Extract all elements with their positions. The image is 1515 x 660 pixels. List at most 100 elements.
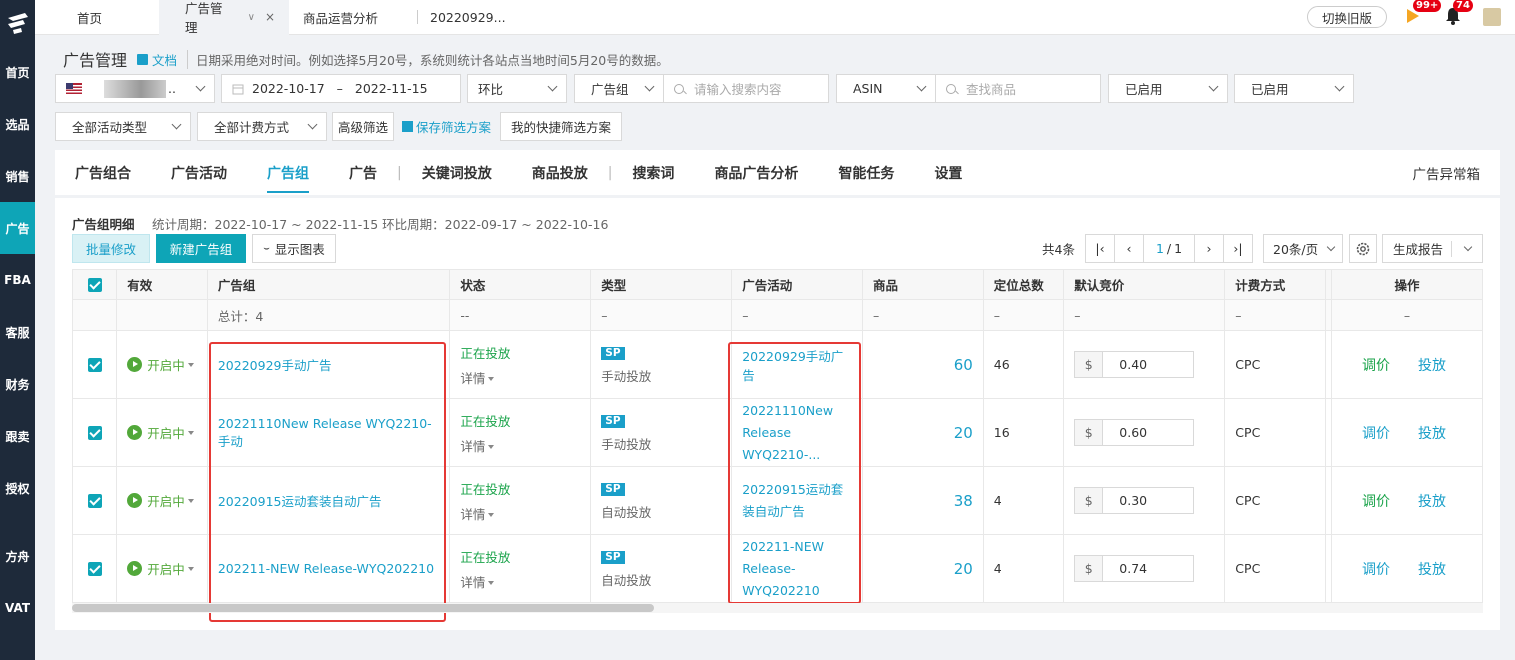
tab-20220929[interactable]: 20220929... — [422, 0, 520, 35]
sidebar-item-follow[interactable]: 跟卖 — [0, 410, 35, 462]
activity-type-select[interactable]: 全部活动类型 — [55, 112, 191, 141]
launch-button[interactable]: 投放 — [1418, 559, 1446, 579]
switch-old-version-button[interactable]: 切换旧版 — [1307, 6, 1388, 28]
bid-input[interactable]: $0.30 — [1074, 487, 1195, 514]
col-default-bid[interactable]: 默认竞价 — [1063, 269, 1226, 300]
sidebar-item-home[interactable]: 首页 — [0, 46, 35, 98]
first-page-button[interactable]: |‹ — [1085, 234, 1115, 263]
row-checkbox[interactable] — [71, 398, 118, 467]
tab-smart-tasks[interactable]: 智能任务 — [818, 150, 914, 195]
avatar[interactable] — [1483, 8, 1501, 26]
status-on-label: 开启中 — [147, 358, 185, 373]
horizontal-scrollbar[interactable] — [72, 603, 1483, 613]
my-schemes-button[interactable]: 我的快捷筛选方案 — [500, 112, 622, 141]
goods-cell[interactable]: 20 — [862, 398, 984, 467]
prev-page-button[interactable]: ‹ — [1114, 234, 1144, 263]
goods-cell[interactable]: 20 — [862, 534, 984, 603]
goods-cell[interactable]: 38 — [862, 466, 984, 535]
sidebar-item-fba[interactable]: FBA — [0, 254, 35, 306]
page-size-select[interactable]: 20条/页 — [1263, 234, 1343, 263]
select-all-checkbox[interactable] — [71, 269, 118, 300]
app-logo[interactable] — [0, 0, 35, 46]
type-text: 手动投放 — [601, 437, 652, 452]
checkbox-icon — [87, 358, 102, 373]
ad-anomaly-box-link[interactable]: 广告异常箱 — [1413, 163, 1481, 183]
last-page-button[interactable]: ›| — [1223, 234, 1253, 263]
adjust-bid-button[interactable]: 调价 — [1362, 559, 1390, 579]
billing-type-select[interactable]: 全部计费方式 — [197, 112, 327, 141]
row-checkbox[interactable] — [71, 534, 118, 603]
goods-search-input[interactable]: 查找商品 — [935, 74, 1101, 103]
row-checkbox[interactable] — [71, 330, 118, 399]
sidebar-item-sales[interactable]: 销售 — [0, 150, 35, 202]
sidebar-item-finance[interactable]: 财务 — [0, 358, 35, 410]
bid-input[interactable]: $0.60 — [1074, 419, 1195, 446]
sidebar-item-ads[interactable]: 广告 — [0, 202, 35, 254]
launch-button[interactable]: 投放 — [1418, 355, 1446, 375]
store-select[interactable]: .. — [55, 74, 215, 103]
new-ad-group-button[interactable]: 新建广告组 — [156, 234, 246, 263]
goods-count: 38 — [953, 491, 973, 510]
bid-input[interactable]: $0.40 — [1074, 351, 1195, 378]
detail-toggle[interactable]: 详情 — [460, 572, 580, 591]
chevron-down-icon[interactable]: ∨ — [248, 12, 255, 23]
advanced-filter-button[interactable]: 高级筛选 — [332, 112, 394, 141]
search-field-select[interactable]: 广告组 — [574, 74, 664, 103]
sidebar-item-selection[interactable]: 选品 — [0, 98, 35, 150]
flag-icon[interactable]: 99+ — [1405, 0, 1442, 29]
detail-toggle[interactable]: 详情 — [460, 368, 580, 387]
bell-icon[interactable]: 74 — [1445, 0, 1473, 29]
sidebar-item-vat[interactable]: VAT — [0, 582, 35, 634]
tab-search-terms[interactable]: 搜索词 — [612, 150, 694, 195]
tab-ad-management[interactable]: 广告管理 ∨ × — [159, 0, 289, 35]
launch-button[interactable]: 投放 — [1418, 491, 1446, 511]
bid-input[interactable]: $0.74 — [1074, 555, 1195, 582]
tab-product-targeting[interactable]: 商品投放 — [512, 150, 608, 195]
tab-ad-group[interactable]: 广告组 — [247, 150, 329, 195]
tab-ad-campaign[interactable]: 广告活动 — [151, 150, 247, 195]
row-valid-toggle[interactable]: 开启中 — [116, 466, 208, 535]
tab-keyword-targeting[interactable]: 关键词投放 — [402, 150, 512, 195]
sidebar-item-ark[interactable]: 方舟 — [0, 530, 35, 582]
launch-button[interactable]: 投放 — [1418, 423, 1446, 443]
search-input[interactable]: 请输入搜索内容 — [663, 74, 829, 103]
detail-toggle[interactable]: 详情 — [460, 504, 580, 523]
adjust-bid-button[interactable]: 调价 — [1362, 355, 1390, 375]
status-select-2[interactable]: 已启用 — [1234, 74, 1354, 103]
col-targets[interactable]: 定位总数 — [982, 269, 1065, 300]
scrollbar-thumb[interactable] — [72, 604, 654, 612]
row-valid-toggle[interactable]: 开启中 — [116, 330, 208, 399]
show-chart-button[interactable]: ⌣ 显示图表 — [252, 234, 336, 263]
date-range-picker[interactable]: 2022-10-17 – 2022-11-15 — [221, 74, 461, 103]
adjust-bid-button[interactable]: 调价 — [1362, 491, 1390, 511]
doc-link[interactable]: 文档 — [137, 50, 177, 69]
tab-product-ad-analysis[interactable]: 商品广告分析 — [694, 150, 818, 195]
row-valid-toggle[interactable]: 开启中 — [116, 398, 208, 467]
report-label: 生成报告 — [1393, 242, 1444, 257]
settings-button[interactable] — [1349, 234, 1377, 263]
generate-report-button[interactable]: 生成报告 — [1382, 234, 1483, 263]
goods-cell[interactable]: 60 — [862, 330, 984, 399]
tab-product-analysis[interactable]: 商品运营分析 — [289, 0, 413, 35]
sidebar-item-auth[interactable]: 授权 — [0, 462, 35, 514]
asin-select[interactable]: ASIN — [836, 74, 936, 103]
status-select-1[interactable]: 已启用 — [1108, 74, 1228, 103]
batch-edit-button[interactable]: 批量修改 — [72, 234, 150, 263]
tab-ad-portfolio[interactable]: 广告组合 — [55, 150, 151, 195]
col-ad-group[interactable]: 广告组 — [206, 269, 451, 300]
adjust-bid-button[interactable]: 调价 — [1362, 423, 1390, 443]
close-icon[interactable]: × — [265, 10, 275, 24]
detail-toggle[interactable]: 详情 — [460, 436, 580, 455]
page-indicator[interactable]: 1 / 1 — [1143, 234, 1195, 263]
compare-select[interactable]: 环比 — [467, 74, 567, 103]
chevron-down-icon[interactable] — [1463, 242, 1473, 252]
tab-ad[interactable]: 广告 — [329, 150, 397, 195]
tab-home[interactable]: 首页 — [35, 0, 159, 35]
row-checkbox[interactable] — [71, 466, 118, 535]
stat-period: 统计周期：2022-10-17 ~ 2022-11-15 环比周期：2022-0… — [152, 217, 609, 232]
tab-settings[interactable]: 设置 — [914, 150, 982, 195]
save-scheme-button[interactable]: 保存筛选方案 — [402, 112, 491, 141]
sidebar-item-service[interactable]: 客服 — [0, 306, 35, 358]
row-valid-toggle[interactable]: 开启中 — [116, 534, 208, 603]
next-page-button[interactable]: › — [1194, 234, 1224, 263]
